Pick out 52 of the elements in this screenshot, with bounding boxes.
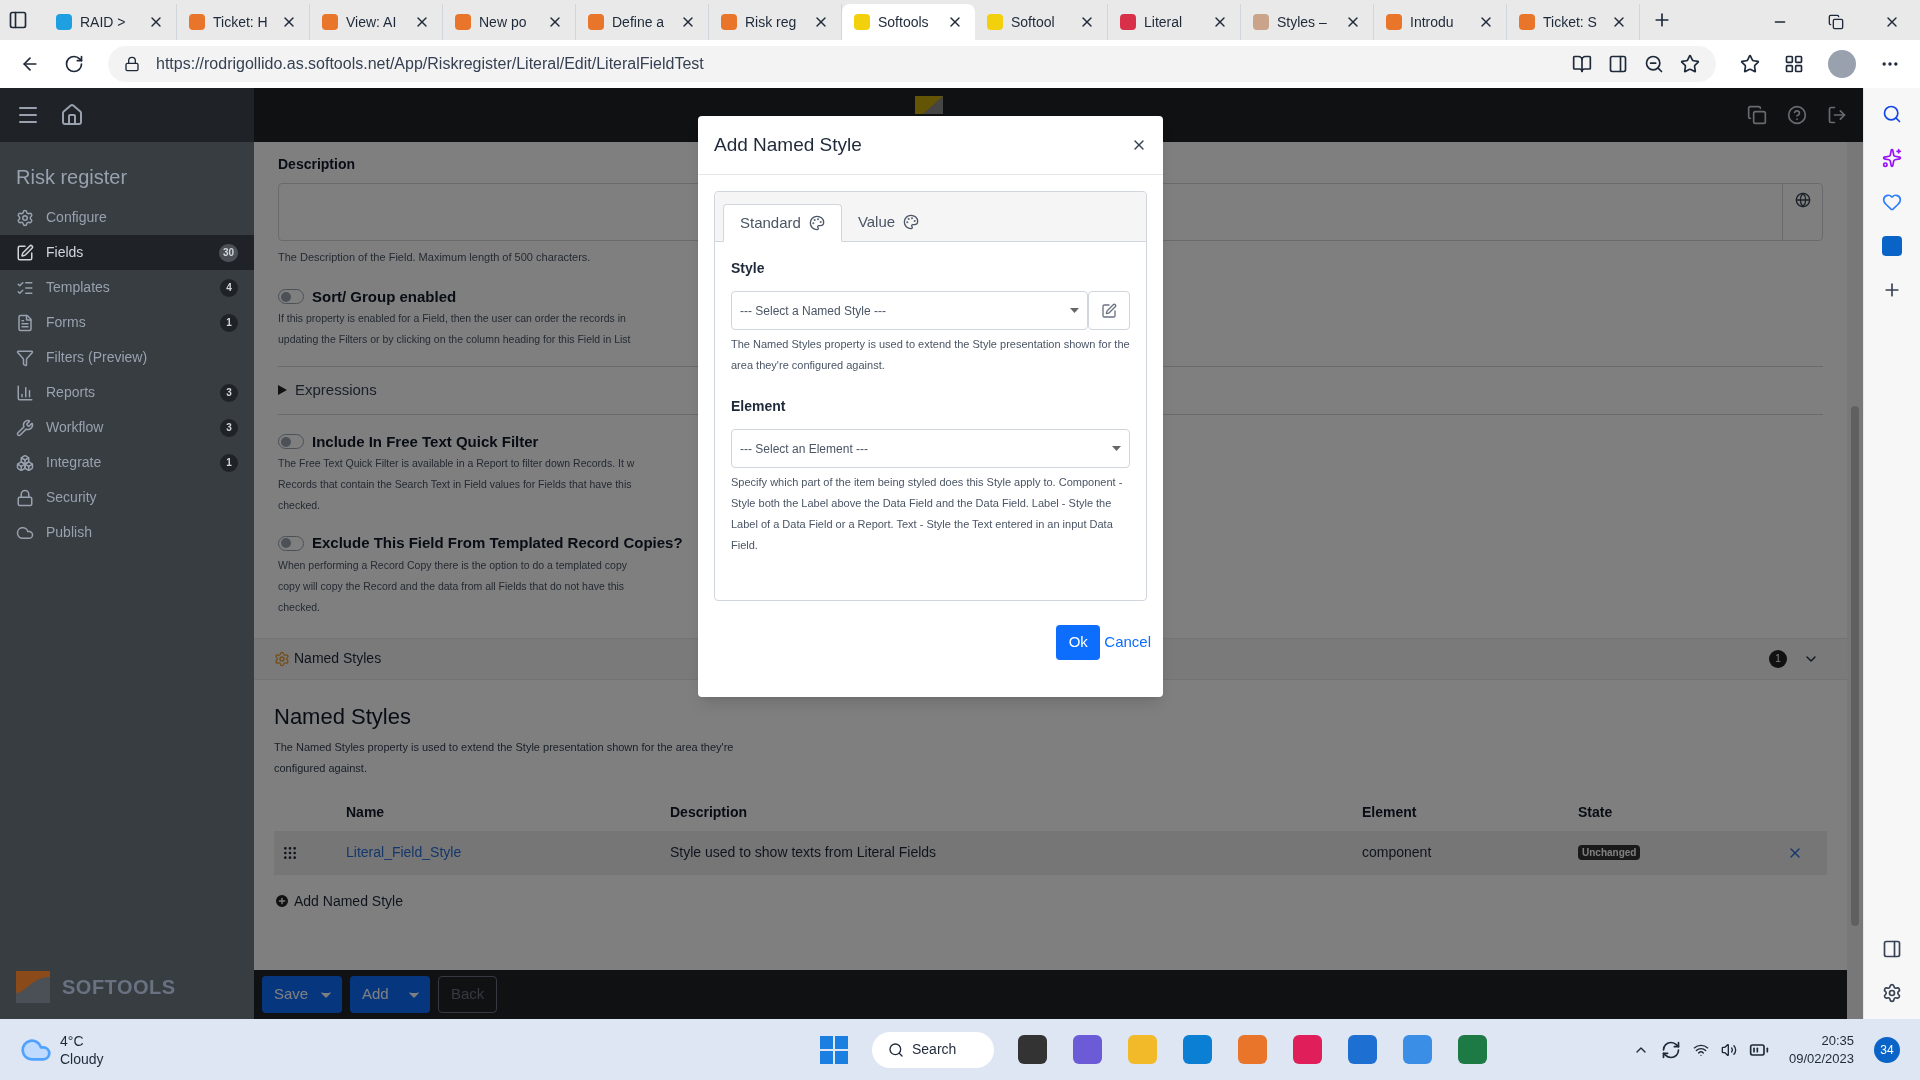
setting-help: checked. (278, 498, 321, 513)
setting-help: The Free Text Quick Filter is available in a Report to filter down Records. It w (278, 456, 635, 471)
clock-date: 09/02/2023 (1788, 1049, 1854, 1068)
setting-label: Include In Free Text Quick Filter (312, 431, 539, 452)
column-header: Element (1362, 803, 1418, 822)
table-cell-text: Style used to show texts from Literal Fields (670, 843, 938, 862)
tab-title: View: AI (346, 12, 398, 32)
dialog-title: Add Named Style (714, 132, 863, 157)
count-badge: 1 (1769, 649, 1787, 668)
clock-time: 20:35 (1821, 1031, 1854, 1050)
field-label: Element (731, 397, 787, 416)
column-header: Name (346, 803, 386, 822)
count-badge: 30 (218, 243, 238, 262)
setting-help: Records that contain the Search Text in Field values for Fields that have this (278, 477, 632, 492)
weather-condition: Cloudy (60, 1049, 105, 1068)
tab-title: Softools (878, 12, 930, 32)
count-badge: 3 (220, 383, 238, 402)
tab-title: New po (479, 12, 528, 32)
setting-help: When performing a Record Copy there is the option to do a templated copy (278, 557, 628, 573)
tab-title: Ticket: S (1543, 12, 1598, 32)
field-help: The Description of the Field. Maximum length of 500 characters. (278, 250, 592, 265)
setting-label: Exclude This Field From Templated Record Copies? (312, 533, 683, 553)
count-badge: 1 (220, 313, 238, 332)
field-label: Style (731, 259, 766, 278)
tab-title: Styles – (1277, 12, 1328, 32)
section-title: Named Styles (274, 702, 412, 731)
tab-title: Risk reg (745, 12, 798, 32)
setting-label: Sort/ Group enabled (312, 286, 457, 307)
tab-title: RAID > (80, 12, 127, 32)
setting-help: updating the Filters or by clicking on the column heading for this Field in List (278, 332, 631, 347)
setting-help: If this property is enabled for a Field, then the user can order the records in (278, 311, 626, 326)
field-label: Description (278, 155, 356, 174)
field-help: The Named Styles property is used to extend the Style presentation shown for the area they're configured against. (731, 337, 1130, 373)
tab-title: Ticket: H (213, 12, 269, 32)
table-cell-text: component (1362, 843, 1433, 862)
brand-name: SOFTOOLS (62, 975, 176, 1000)
tab-title: Literal (1144, 12, 1184, 32)
temperature: 4°C (60, 1031, 85, 1050)
column-header: State (1578, 803, 1614, 822)
setting-help: checked. (278, 599, 321, 615)
tab-title: Define a (612, 12, 666, 32)
count-badge: 4 (220, 278, 238, 297)
section-help: The Named Styles property is used to extend the Style presentation shown for the area they're configured against. (274, 739, 735, 776)
state-badge: Unchanged (1578, 845, 1641, 860)
column-header: Description (670, 803, 748, 822)
tab-title: Softool (1011, 12, 1056, 32)
app-title: Risk register (15, 165, 129, 190)
count-badge: 3 (220, 418, 238, 437)
field-help: Specify which part of the item being styled does this Style apply to. Component - Style both the Label above the Data Field and the Data Field. Label - Style the Label of a Data Field or a Report. Text - Style the Text entered in an input Data Field. (731, 475, 1124, 553)
count-badge: 1 (220, 453, 238, 472)
tab-title: Introdu (1410, 12, 1455, 32)
setting-help: copy will copy the Record and the data from all Fields that do not have this (278, 578, 625, 594)
